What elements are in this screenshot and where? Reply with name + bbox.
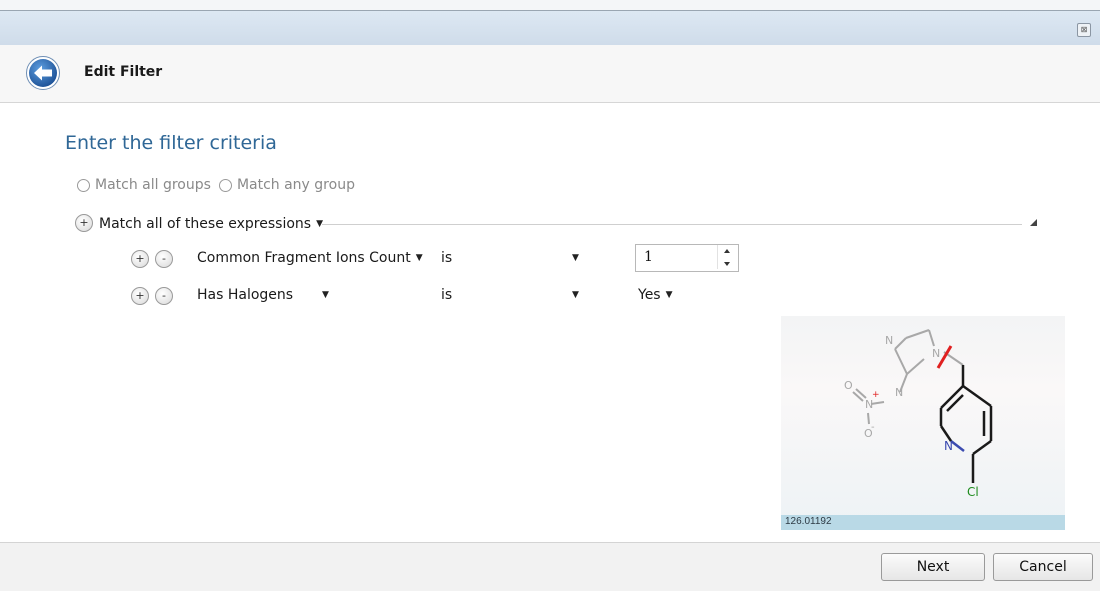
add-expression-group-button[interactable]: + <box>75 214 93 232</box>
charge-plus-icon: + <box>872 390 880 400</box>
expression-group-label: Match all of these expressions <box>99 216 312 232</box>
chevron-down-icon[interactable]: ▼ <box>572 287 579 303</box>
value-dropdown[interactable]: Yes ▼ <box>638 287 673 303</box>
page-title: Enter the filter criteria <box>65 132 277 154</box>
field-label: Common Fragment Ions Count <box>197 250 411 266</box>
chevron-down-icon[interactable]: ▼ <box>572 250 579 266</box>
cancel-button[interactable]: Cancel <box>993 553 1093 581</box>
match-all-groups-label: Match all groups <box>95 177 211 193</box>
value-label: Yes <box>638 287 661 303</box>
field-dropdown[interactable]: Has Halogens <box>197 287 293 303</box>
fragment-mass: 126.01192 <box>785 516 832 527</box>
radio-icon[interactable] <box>218 178 232 192</box>
remove-expression-button[interactable]: - <box>155 287 173 305</box>
stepper-divider <box>717 245 718 269</box>
group-mode-radios: Match all groups Match any group <box>77 177 363 193</box>
atom-label-n: N <box>932 347 940 360</box>
window-close-icon[interactable]: ⊠ <box>1077 23 1091 37</box>
window-titlebar <box>0 11 1100 45</box>
atom-label-o: O <box>844 379 853 392</box>
chevron-down-icon: ▼ <box>665 290 673 300</box>
remove-expression-button[interactable]: - <box>155 250 173 268</box>
dialog-header <box>0 45 1100 103</box>
add-expression-button[interactable]: + <box>131 250 149 268</box>
back-arrow-icon[interactable] <box>25 55 61 91</box>
operator-label: is <box>441 287 453 303</box>
chevron-down-icon[interactable]: ▼ <box>322 287 329 303</box>
count-stepper-value[interactable]: 1 <box>644 249 653 265</box>
atom-label-n: N <box>895 386 903 399</box>
match-any-group-label: Match any group <box>236 177 355 193</box>
next-button[interactable]: Next <box>881 553 985 581</box>
operator-dropdown[interactable]: is <box>441 287 452 303</box>
operator-dropdown[interactable]: is <box>441 250 452 266</box>
charge-minus-icon: - <box>871 422 875 433</box>
atom-label-cl: Cl <box>967 485 979 499</box>
expand-corner-icon[interactable] <box>1030 219 1037 226</box>
window-top-strip <box>0 0 1100 11</box>
field-dropdown[interactable]: Common Fragment Ions Count ▼ <box>197 250 423 266</box>
stepper-down-icon[interactable] <box>724 262 730 266</box>
radio-icon[interactable] <box>77 178 90 192</box>
match-any-group-option[interactable]: Match any group <box>218 177 355 193</box>
group-divider <box>322 224 1022 225</box>
chevron-down-icon: ▼ <box>415 253 423 263</box>
expression-group-dropdown[interactable]: Match all of these expressions ▼ <box>99 216 323 232</box>
match-all-groups-option[interactable]: Match all groups <box>77 177 211 193</box>
atom-label-n: N <box>885 334 893 347</box>
molecule-structure-image: N N N N O O N Cl + - <box>844 329 993 499</box>
atom-label-n: N <box>944 439 953 453</box>
add-expression-button[interactable]: + <box>131 287 149 305</box>
dialog-title: Edit Filter <box>84 64 163 80</box>
stepper-up-icon[interactable] <box>724 249 730 253</box>
field-label: Has Halogens <box>197 287 294 303</box>
operator-label: is <box>441 250 453 266</box>
